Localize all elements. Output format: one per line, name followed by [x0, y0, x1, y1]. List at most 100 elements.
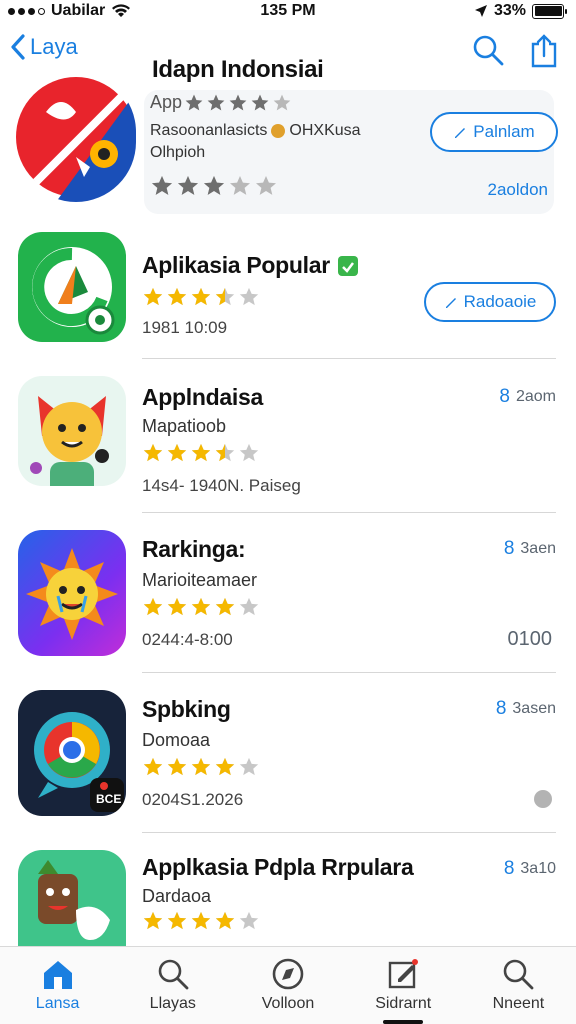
home-indicator	[383, 1020, 424, 1024]
featured-description-line1: Rasoonanlasicts OHXKusa	[150, 122, 361, 139]
app-rating	[142, 756, 260, 778]
featured-description: Rasoonanlasicts OHXKusa Olhpioh	[150, 120, 390, 164]
star-icon	[185, 94, 203, 110]
app-rating	[142, 442, 260, 464]
tab-edit[interactable]: Sidrarnt	[346, 947, 461, 1024]
pen-icon	[445, 298, 456, 308]
tab-label: Nneent	[492, 995, 545, 1012]
app-size-prefix: 8	[495, 698, 507, 719]
star-rating-icon	[152, 176, 276, 195]
app-title: Aplikasia Popular	[142, 252, 358, 279]
star-icon	[239, 597, 259, 616]
app-action-button[interactable]: Radoaoie	[424, 282, 556, 322]
share-icon[interactable]	[530, 34, 558, 68]
app-meta: 14s4- 1940N. Paiseg	[142, 476, 301, 495]
app-title: Applkasia Pdpla Rrpulara	[142, 854, 414, 880]
carrier-name: Uabilar	[51, 2, 106, 19]
star-icon	[239, 911, 259, 930]
star-icon	[178, 176, 198, 195]
verified-icon	[337, 255, 358, 276]
star-rating-icon	[143, 911, 259, 930]
app-size: 8 3asen	[496, 698, 556, 720]
featured-app-icon[interactable]	[16, 72, 136, 202]
edit-icon	[389, 959, 419, 989]
nav-actions	[472, 34, 558, 68]
star-rating-icon	[185, 94, 291, 110]
divider	[142, 672, 556, 673]
featured-subtitle-stars	[184, 93, 292, 113]
status-right: 33%	[474, 2, 567, 20]
tab-label: Lansa	[35, 995, 80, 1012]
app-rating	[142, 596, 260, 618]
app-size-value: 2aom	[515, 388, 556, 405]
app-size-value: 3asen	[512, 700, 556, 717]
featured-app-card[interactable]: Idapn Indonsiai App Rasoonanlasicts OHXKu…	[14, 56, 562, 220]
app-meta: 1981 10:09	[142, 318, 228, 337]
home-icon	[43, 961, 72, 989]
tab-bar: Lansa Llayas Volloon Sidrarnt Nneent	[0, 946, 576, 1024]
app-icon-character[interactable]	[18, 850, 126, 946]
star-icon	[215, 597, 235, 616]
divider	[142, 358, 556, 359]
star-rating-icon	[143, 757, 259, 776]
status-left: Uabilar	[8, 2, 131, 20]
featured-subtitle-text: App	[150, 92, 183, 112]
star-icon	[167, 911, 187, 930]
tab-label: Volloon	[261, 995, 315, 1012]
wifi-icon	[112, 4, 131, 17]
star-icon	[143, 911, 163, 930]
list-item[interactable]: Applndaisa Mapatioob 14s4- 1940N. Paiseg…	[0, 376, 576, 532]
star-icon	[207, 94, 225, 110]
app-subtitle: Dardaoa	[142, 886, 212, 906]
app-icon-sun[interactable]	[18, 530, 126, 656]
search-icon	[158, 959, 189, 990]
featured-action-button[interactable]: Palnlam	[430, 112, 558, 152]
app-rating	[142, 286, 260, 308]
star-rating-icon	[143, 287, 259, 306]
list-item[interactable]: Aplikasia Popular 1981 10:09 Radoaoie	[0, 232, 576, 388]
star-icon	[215, 757, 235, 776]
star-rating-icon	[143, 443, 259, 462]
list-item[interactable]: Rarkinga: Marioiteamaer 0244:4-8:00 8 3a…	[0, 530, 576, 686]
star-icon	[152, 176, 172, 195]
app-icon-chrome[interactable]: BCE	[18, 690, 126, 816]
star-icon	[143, 287, 163, 306]
battery-icon	[532, 3, 567, 19]
star-icon	[191, 757, 211, 776]
status-time: 135 PM	[260, 2, 316, 19]
app-right-number: 0100	[507, 628, 553, 650]
app-title: Rarkinga:	[142, 536, 246, 562]
featured-subtitle: App	[150, 92, 292, 113]
star-icon	[215, 287, 235, 306]
status-dot	[534, 790, 552, 808]
star-icon	[143, 443, 163, 462]
pen-icon	[455, 128, 466, 138]
app-size-value: 3aen	[520, 540, 556, 557]
search-icon	[504, 959, 534, 990]
battery-percent: 33%	[493, 2, 526, 19]
star-icon	[143, 757, 163, 776]
featured-size: 2aoldon	[487, 180, 548, 199]
search-icon[interactable]	[472, 34, 504, 66]
tab-home[interactable]: Lansa	[0, 947, 115, 1024]
compass-icon	[272, 958, 304, 990]
location-icon	[474, 5, 487, 17]
app-size: 8 2aom	[499, 386, 556, 408]
tab-search[interactable]: Llayas	[115, 947, 230, 1024]
app-icon-mascot[interactable]	[18, 376, 126, 486]
star-icon	[167, 287, 187, 306]
tab-search-2[interactable]: Nneent	[461, 947, 576, 1024]
app-title: Spbking	[142, 696, 231, 722]
app-icon-popular[interactable]	[18, 232, 126, 342]
chevron-left-icon	[11, 34, 25, 60]
star-icon	[256, 176, 276, 195]
list-item[interactable]: BCE Spbking Domoaa 0204S1.2026 8 3asen	[0, 690, 576, 846]
app-action-label: Radoaoie	[463, 292, 537, 311]
signal-icon	[8, 7, 45, 15]
app-title-text: Aplikasia Popular	[142, 252, 330, 278]
tab-explore[interactable]: Volloon	[230, 947, 345, 1024]
tab-label: Llayas	[149, 995, 196, 1012]
star-icon	[239, 287, 259, 306]
star-icon	[251, 94, 269, 110]
back-button[interactable]: Laya	[10, 34, 78, 60]
